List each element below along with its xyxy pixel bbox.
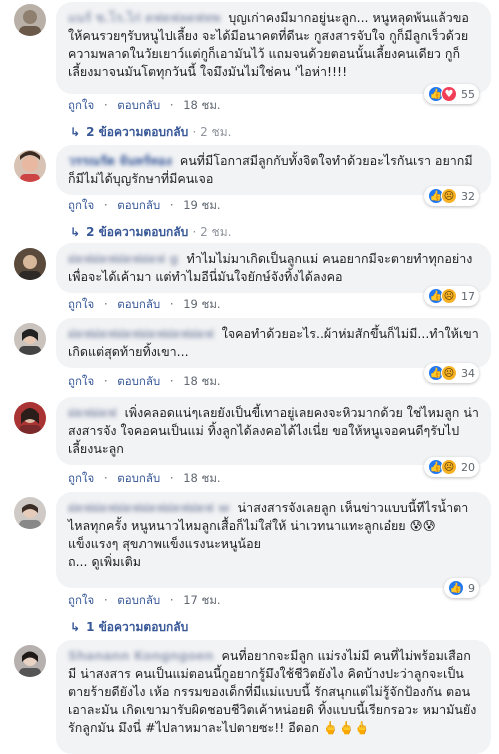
- separator: ·: [169, 471, 174, 485]
- timestamp[interactable]: 19 ชม.: [183, 297, 220, 311]
- reaction-summary[interactable]: 👍 ☹ 34: [424, 363, 479, 383]
- avatar[interactable]: [14, 248, 46, 280]
- comment-bubble: ฝดฟฝดฟฝดฟฝดฟฝดฟฝดฟ w น่าสงสารจังเลยลูก เ…: [56, 492, 491, 588]
- commenter-name[interactable]: ฝดฟฝดฟฝดฟฝดฟฝดฟฝดฟ: [68, 326, 214, 341]
- timestamp[interactable]: 18 ชม.: [183, 374, 220, 388]
- reaction-count: 9: [468, 581, 475, 595]
- separator: ·: [103, 198, 108, 212]
- separator: ·: [103, 471, 108, 485]
- like-reaction-icon: 👍: [448, 580, 464, 596]
- reaction-summary[interactable]: 👍 9: [444, 578, 479, 598]
- comment-actions: ถูกใจ · ตอบกลับ · 19 ชม.: [68, 197, 227, 215]
- like-link[interactable]: ถูกใจ: [68, 98, 94, 112]
- avatar[interactable]: [14, 323, 46, 355]
- avatar[interactable]: [14, 402, 46, 434]
- commenter-name[interactable]: Shanann Kongngoen: [68, 648, 214, 663]
- replies-age: · 2 ชม.: [192, 125, 232, 139]
- replies-count[interactable]: 1 ข้อความตอบกลับ: [86, 620, 188, 634]
- comment-actions: ถูกใจ · ตอบกลับ · 17 ชม.: [68, 592, 227, 610]
- timestamp[interactable]: 18 ชม.: [183, 471, 220, 485]
- separator: ·: [169, 297, 174, 311]
- separator: ·: [169, 198, 174, 212]
- reply-link[interactable]: ตอบกลับ: [117, 593, 160, 607]
- love-reaction-icon: ♥: [441, 86, 457, 102]
- commenter-name[interactable]: วรรณรัต จันทร์ทอง: [68, 153, 172, 168]
- reply-link[interactable]: ตอบกลับ: [117, 98, 160, 112]
- timestamp[interactable]: 19 ชม.: [183, 198, 220, 212]
- comment-bubble: แนร์ ช.โร.ไก่ ดฟดฟลดฟหพ บุญเก่าคงมีมากอย…: [56, 2, 491, 94]
- commenter-name[interactable]: แนร์ ช.โร.ไก่ ดฟดฟลดฟหพ: [68, 10, 220, 25]
- reply-link[interactable]: ตอบกลับ: [117, 198, 160, 212]
- separator: ·: [103, 593, 108, 607]
- reaction-count: 55: [461, 87, 475, 101]
- like-link[interactable]: ถูกใจ: [68, 593, 94, 607]
- reaction-count: 17: [461, 289, 475, 303]
- avatar[interactable]: [14, 150, 46, 182]
- commenter-name[interactable]: ฝดฟฝดฟฝดฟฝดฟฝดฟฝดฟ w: [68, 500, 230, 515]
- view-replies-link[interactable]: ↳ 2 ข้อความตอบกลับ · 2 ชม.: [70, 223, 231, 242]
- comment-actions: ถูกใจ · ตอบกลับ · 19 ชม.: [68, 296, 227, 314]
- avatar[interactable]: [14, 497, 46, 529]
- like-link[interactable]: ถูกใจ: [68, 198, 94, 212]
- replies-count[interactable]: 2 ข้อความตอบกลับ: [86, 225, 188, 239]
- timestamp[interactable]: 17 ชม.: [183, 593, 220, 607]
- avatar[interactable]: [14, 645, 46, 677]
- reaction-summary[interactable]: 👍 ☹ 17: [424, 286, 479, 306]
- separator: ·: [169, 374, 174, 388]
- reaction-summary[interactable]: 👍 ♥ 55: [424, 84, 479, 104]
- reaction-count: 34: [461, 366, 475, 380]
- replies-age: · 2 ชม.: [192, 225, 232, 239]
- separator: ·: [169, 98, 174, 112]
- like-link[interactable]: ถูกใจ: [68, 471, 94, 485]
- comment-bubble: ฝดฟฝดฟฝดฟฝดฟ g ทำไมไม่มาเกิดเป็นลูกแม่ ค…: [56, 243, 491, 293]
- commenter-name[interactable]: ฝดฟฝดฟ: [68, 405, 117, 420]
- reply-link[interactable]: ตอบกลับ: [117, 297, 160, 311]
- comment-actions: ถูกใจ · ตอบกลับ · 18 ชม.: [68, 97, 227, 115]
- separator: ·: [169, 593, 174, 607]
- reply-link[interactable]: ตอบกลับ: [117, 374, 160, 388]
- separator: ·: [103, 374, 108, 388]
- avatar[interactable]: [14, 4, 46, 36]
- reaction-summary[interactable]: 👍 ☹ 32: [424, 186, 479, 206]
- commenter-name[interactable]: ฝดฟฝดฟฝดฟฝดฟ g: [68, 251, 178, 266]
- timestamp[interactable]: 18 ชม.: [183, 98, 220, 112]
- reaction-summary[interactable]: 👍 ☹ 20: [424, 457, 479, 477]
- view-replies-link[interactable]: ↳ 1 ข้อความตอบกลับ: [70, 618, 188, 637]
- sad-reaction-icon: ☹: [441, 365, 457, 381]
- comment-bubble: ฝดฟฝดฟฝดฟฝดฟฝดฟฝดฟ ใจคอทำด้วยอะไร..ผ้าห่…: [56, 318, 491, 368]
- sad-reaction-icon: ☹: [441, 459, 457, 475]
- like-link[interactable]: ถูกใจ: [68, 297, 94, 311]
- reply-arrow-icon: ↳: [70, 125, 81, 139]
- like-link[interactable]: ถูกใจ: [68, 374, 94, 388]
- comment-actions: ถูกใจ · ตอบกลับ · 18 ชม.: [68, 470, 227, 488]
- comment-bubble: ฝดฟฝดฟ เพิ่งคลอดแน่ๆเลยยังเป็นขี้เทาอยู่…: [56, 397, 491, 465]
- reply-arrow-icon: ↳: [70, 225, 81, 239]
- comment-text: เพิ่งคลอดแน่ๆเลยยังเป็นขี้เทาอยู่เลยคงจะ…: [68, 405, 479, 456]
- sad-reaction-icon: ☹: [441, 288, 457, 304]
- separator: ·: [103, 297, 108, 311]
- comment-bubble: Shanann Kongngoen คนที่อยากจะมีลูก แม่รง…: [56, 640, 491, 754]
- reply-arrow-icon: ↳: [70, 620, 81, 634]
- reply-link[interactable]: ตอบกลับ: [117, 471, 160, 485]
- comment-bubble: วรรณรัต จันทร์ทอง คนที่มีโอกาสมีลูกกับทั…: [56, 145, 491, 195]
- view-replies-link[interactable]: ↳ 2 ข้อความตอบกลับ · 2 ชม.: [70, 123, 231, 142]
- reaction-count: 20: [461, 460, 475, 474]
- replies-count[interactable]: 2 ข้อความตอบกลับ: [86, 125, 188, 139]
- sad-reaction-icon: ☹: [441, 188, 457, 204]
- comment-actions: ถูกใจ · ตอบกลับ · 18 ชม.: [68, 373, 227, 391]
- reaction-count: 32: [461, 189, 475, 203]
- separator: ·: [103, 98, 108, 112]
